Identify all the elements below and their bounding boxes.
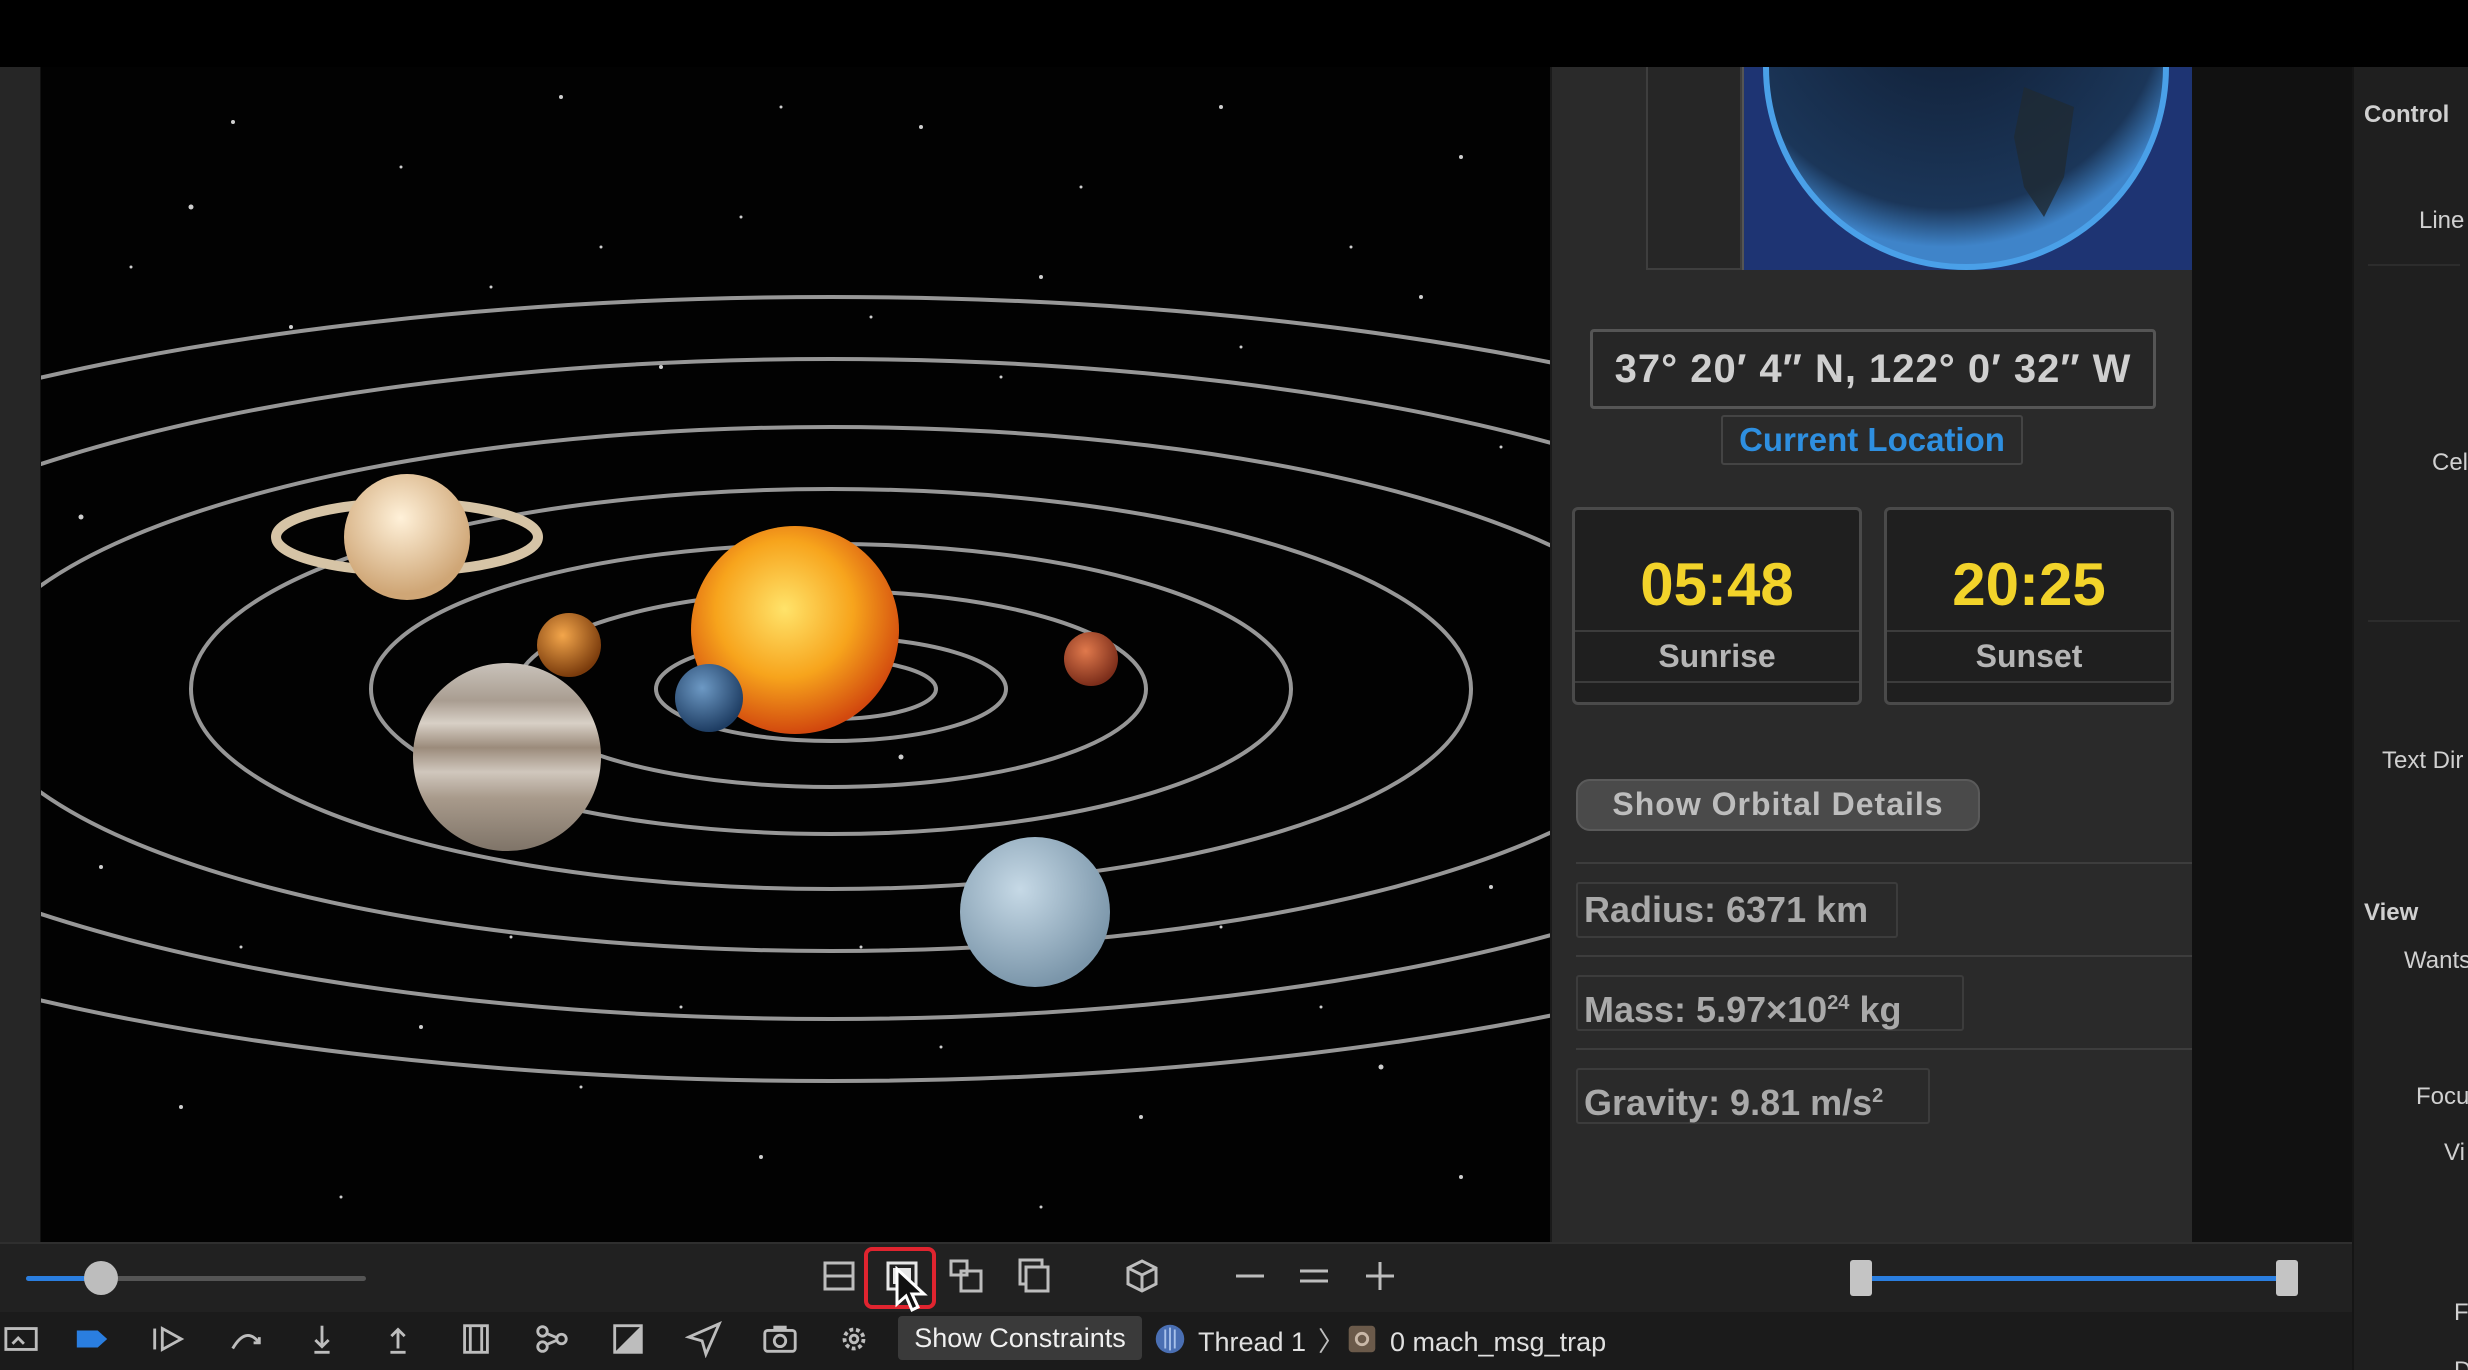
- left-gutter: [0, 67, 41, 1242]
- detail-panel: 37° 20′ 4″ N, 122° 0′ 32″ W Current Loca…: [1550, 67, 2194, 1242]
- scene-graphic: [41, 95, 1550, 1209]
- inspector-content: [2352, 67, 2468, 1370]
- earth-image: [1742, 67, 2193, 270]
- d-label: D: [2454, 1357, 2468, 1370]
- control-heading: Control: [2364, 101, 2450, 128]
- sunset-box: 20:25 Sunset: [1884, 507, 2174, 705]
- gear-icon[interactable]: [832, 1320, 876, 1364]
- view-heading: View: [2364, 899, 2419, 926]
- thread-label[interactable]: Thread 1: [1198, 1322, 1306, 1362]
- show-constraints-tooltip: Show Constraints: [898, 1316, 1142, 1360]
- gravity-text: Gravity: 9.81 m/s: [1584, 1082, 1873, 1123]
- cell-label: Cel: [2432, 449, 2468, 476]
- coordinates-display: 37° 20′ 4″ N, 122° 0′ 32″ W: [1590, 329, 2156, 409]
- line-label: Line: [2419, 207, 2465, 234]
- inspector-divider: [2368, 264, 2460, 266]
- divider: [1576, 1048, 2194, 1050]
- solar-system-scene[interactable]: [41, 67, 1550, 1242]
- mass-unit: kg: [1849, 989, 1902, 1030]
- mass-text: Mass: 5.97×10: [1584, 989, 1828, 1030]
- debug-view-toolbar: [0, 1242, 2352, 1312]
- divider: [1576, 862, 2194, 864]
- mass-value: Mass: 5.97×1024 kg: [1576, 975, 1964, 1031]
- vi-label: Vi: [2444, 1139, 2465, 1166]
- range-slider-track: [1860, 1276, 2286, 1281]
- gravity-value: Gravity: 9.81 m/s2: [1576, 1068, 1930, 1124]
- divider: [1576, 955, 2194, 957]
- f-label: F: [2454, 1299, 2468, 1326]
- wants-label: Wants: [2404, 947, 2468, 974]
- camera-icon[interactable]: [758, 1320, 802, 1364]
- mass-exponent: 24: [1827, 992, 1850, 1014]
- 3d-box-icon[interactable]: [1120, 1256, 1164, 1300]
- zoom-slider-knob[interactable]: [83, 1261, 118, 1295]
- toggle-console-icon[interactable]: [0, 1320, 44, 1364]
- zoom-in-icon[interactable]: [1358, 1256, 1402, 1300]
- gravity-exponent: 2: [1872, 1085, 1884, 1107]
- thread-icon: [1148, 1320, 1192, 1364]
- step-over-icon[interactable]: [224, 1320, 268, 1364]
- radius-value: Radius: 6371 km: [1576, 882, 1898, 938]
- range-slider-low-handle[interactable]: [1850, 1260, 1872, 1296]
- sunrise-label: Sunrise: [1575, 630, 1859, 683]
- top-bar: [0, 0, 2468, 67]
- view-hierarchy-icon[interactable]: [944, 1256, 988, 1300]
- sunset-label: Sunset: [1887, 630, 2171, 683]
- sunset-time: 20:25: [1952, 551, 2106, 618]
- earth-image-frame: [1646, 67, 1742, 270]
- stack-frame-icon: [1340, 1320, 1384, 1364]
- split-view-icon[interactable]: [817, 1256, 861, 1300]
- step-out-icon[interactable]: [376, 1320, 420, 1364]
- breakpoint-icon[interactable]: [70, 1320, 114, 1364]
- memory-graph-icon[interactable]: [530, 1320, 574, 1364]
- step-into-icon[interactable]: [300, 1320, 344, 1364]
- text-direction-label: Text Dir: [2382, 747, 2464, 774]
- range-slider-high-handle[interactable]: [2276, 1260, 2298, 1296]
- sunrise-box: 05:48 Sunrise: [1572, 507, 1862, 705]
- mouse-cursor-icon: [895, 1266, 928, 1313]
- inspector-divider: [2368, 620, 2460, 622]
- environment-overrides-icon[interactable]: [606, 1320, 650, 1364]
- current-location-link[interactable]: Current Location: [1721, 415, 2023, 465]
- copy-views-icon[interactable]: [1012, 1256, 1056, 1300]
- continue-icon[interactable]: [146, 1320, 190, 1364]
- focus-label: Focu: [2416, 1083, 2468, 1110]
- zoom-reset-icon[interactable]: [1292, 1256, 1336, 1300]
- zoom-out-icon[interactable]: [1228, 1256, 1272, 1300]
- debug-view-hierarchy-icon[interactable]: [454, 1320, 498, 1364]
- sunrise-time: 05:48: [1640, 551, 1794, 618]
- location-icon[interactable]: [682, 1320, 726, 1364]
- stack-frame-label[interactable]: 0 mach_msg_trap: [1390, 1322, 1606, 1362]
- show-orbital-details-button[interactable]: Show Orbital Details: [1576, 779, 1980, 831]
- debug-bar: Show Constraints Thread 1 〉 0 mach_msg_t…: [0, 1312, 2352, 1370]
- attributes-inspector: Control Line Cel Text Dir View Wants Foc…: [2192, 67, 2468, 1370]
